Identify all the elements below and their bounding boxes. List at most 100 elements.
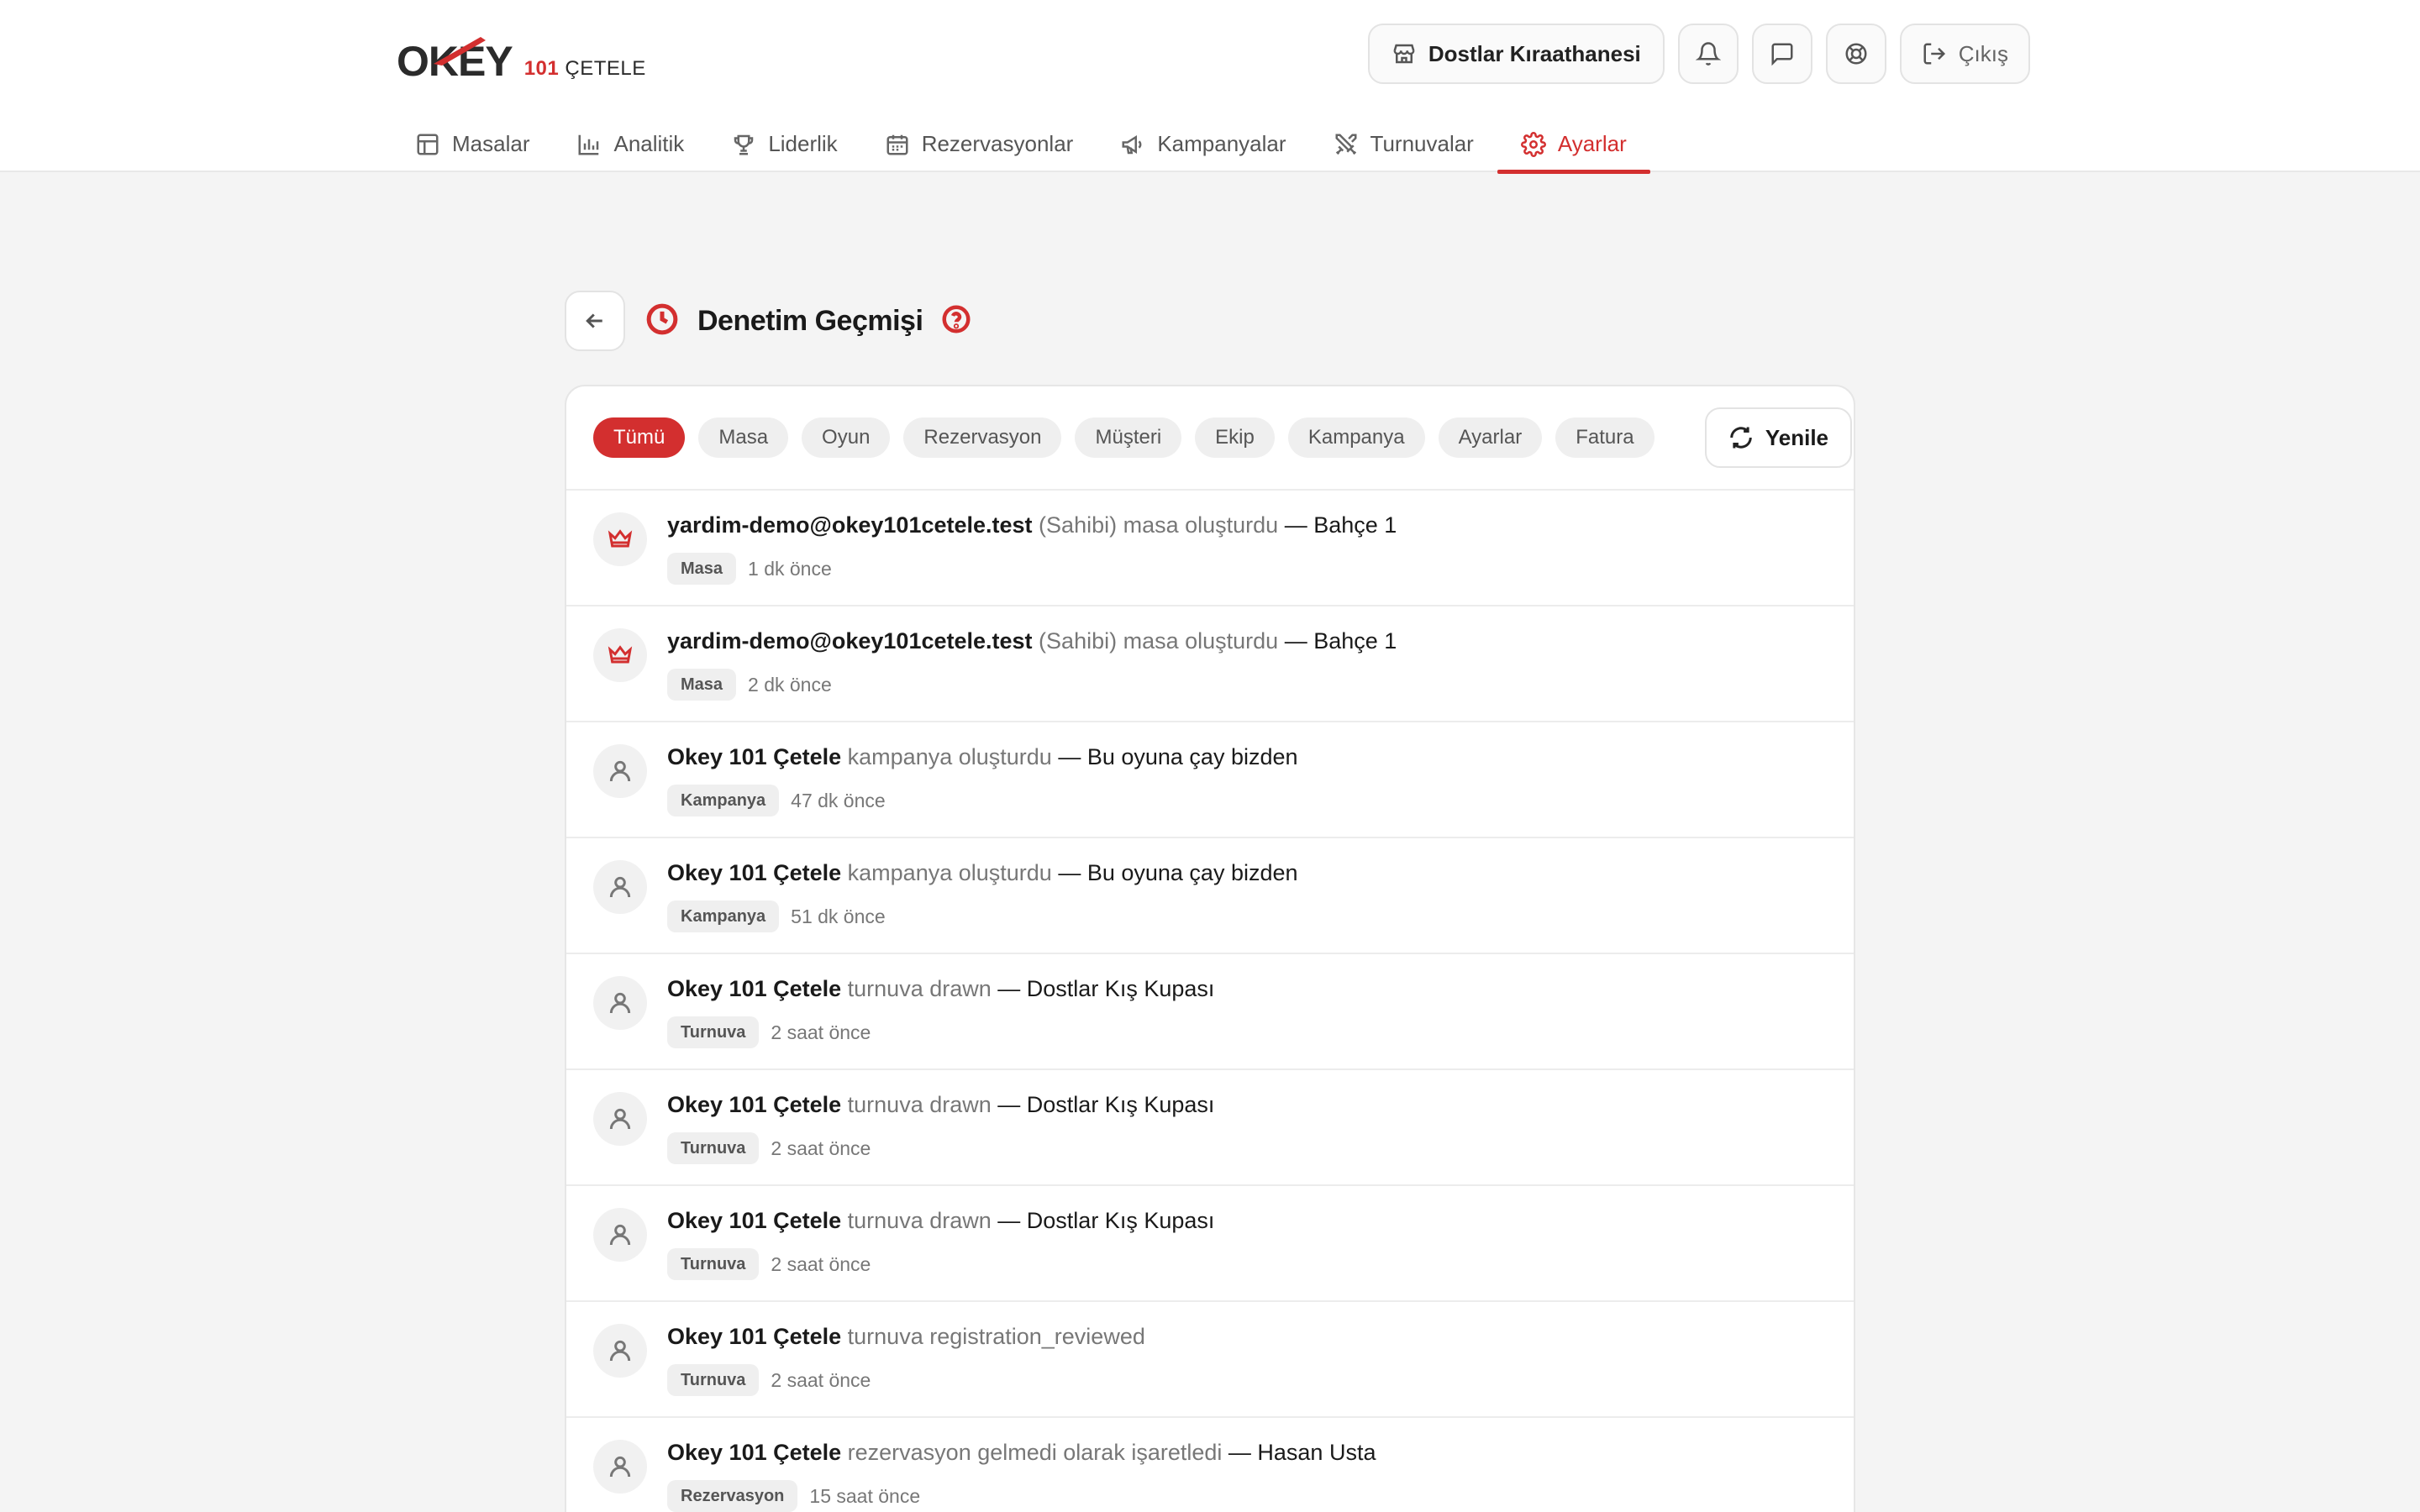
- message-icon: [1771, 43, 1793, 66]
- log-row: Okey 101 Çetele turnuva drawn — Dostlar …: [566, 1186, 1854, 1302]
- nav-item-turnuvalar[interactable]: Turnuvalar: [1310, 116, 1497, 172]
- top-bar: OKEY 101 ÇETELE Dostlar Kıraathanesi Çık…: [0, 0, 2420, 174]
- log-target: — Dostlar Kış Kupası: [997, 1092, 1215, 1117]
- log-meta: Turnuva 2 saat önce: [667, 1364, 871, 1396]
- filter-chip-fatura[interactable]: Fatura: [1555, 417, 1655, 458]
- nav-item-ayarlar[interactable]: Ayarlar: [1497, 116, 1650, 174]
- user-icon: [593, 1324, 647, 1378]
- filter-chip-ayarlar[interactable]: Ayarlar: [1438, 417, 1543, 458]
- nav-item-rezervasyonlar[interactable]: Rezervasyonlar: [861, 116, 1097, 172]
- log-row: Okey 101 Çetele kampanya oluşturdu — Bu …: [566, 722, 1854, 838]
- filter-chip-ekip[interactable]: Ekip: [1195, 417, 1275, 458]
- log-meta: Turnuva 2 saat önce: [667, 1132, 871, 1164]
- log-actor: Okey 101 Çetele: [667, 1092, 842, 1117]
- log-message: Okey 101 Çetele kampanya oluşturdu — Bu …: [667, 744, 1298, 770]
- filter-chip-oyun[interactable]: Oyun: [802, 417, 891, 458]
- log-action: kampanya oluşturdu: [847, 860, 1052, 885]
- megaphone-icon: [1122, 134, 1142, 154]
- log-row: Okey 101 Çetele turnuva drawn — Dostlar …: [566, 954, 1854, 1070]
- gear-icon: [1520, 131, 1546, 157]
- swords-icon: [1335, 134, 1357, 155]
- filter-bar: Tümü Masa Oyun Rezervasyon Müşteri Ekip …: [566, 386, 1854, 491]
- user-icon: [593, 1092, 647, 1146]
- log-message: Okey 101 Çetele turnuva drawn — Dostlar …: [667, 976, 1214, 1002]
- log-target: — Bu oyuna çay bizden: [1058, 860, 1298, 885]
- trophy-icon: [734, 134, 754, 155]
- filter-chip-musteri[interactable]: Müşteri: [1075, 417, 1182, 458]
- crown-icon: [593, 512, 647, 566]
- logout-button[interactable]: Çıkış: [1899, 24, 2030, 84]
- log-actor: Okey 101 Çetele: [667, 744, 842, 769]
- okey-logo[interactable]: OKEY 101 ÇETELE: [397, 29, 646, 82]
- calendar-icon: [886, 134, 908, 155]
- nav-item-masalar[interactable]: Masalar: [397, 116, 553, 172]
- log-meta: Turnuva 2 saat önce: [667, 1248, 871, 1280]
- log-action: turnuva drawn: [847, 976, 992, 1001]
- main-nav: Masalar Analitik Liderlik Rezervasyonlar…: [397, 116, 1650, 174]
- log-target: — Dostlar Kış Kupası: [997, 976, 1215, 1001]
- nav-item-kampanyalar[interactable]: Kampanyalar: [1097, 116, 1309, 172]
- page-heading: Denetim Geçmişi: [645, 299, 971, 343]
- venue-name: Dostlar Kıraathanesi: [1428, 40, 1641, 66]
- log-actor: Okey 101 Çetele: [667, 1208, 842, 1233]
- log-timestamp: 2 saat önce: [771, 1137, 871, 1159]
- logout-label: Çıkış: [1958, 40, 2008, 66]
- logo-subtitle: 101 ÇETELE: [523, 57, 646, 80]
- log-timestamp: 2 saat önce: [771, 1252, 871, 1275]
- venue-switcher-button[interactable]: Dostlar Kıraathanesi: [1367, 24, 1665, 84]
- log-actor: Okey 101 Çetele: [667, 1324, 842, 1349]
- log-message: Okey 101 Çetele kampanya oluşturdu — Bu …: [667, 860, 1298, 886]
- clock-icon: [645, 302, 679, 340]
- logo-swoosh-icon: [434, 37, 486, 66]
- log-target: — Bu oyuna çay bizden: [1058, 744, 1298, 769]
- log-category-tag: Turnuva: [667, 1132, 760, 1164]
- nav-item-analitik[interactable]: Analitik: [553, 116, 708, 172]
- log-message: Okey 101 Çetele turnuva drawn — Dostlar …: [667, 1208, 1214, 1234]
- log-category-tag: Turnuva: [667, 1364, 760, 1396]
- nav-item-liderlik[interactable]: Liderlik: [708, 116, 860, 172]
- log-category-tag: Turnuva: [667, 1248, 760, 1280]
- log-timestamp: 2 saat önce: [771, 1021, 871, 1043]
- log-actor: Okey 101 Çetele: [667, 976, 842, 1001]
- log-message: yardim-demo@okey101cetele.test (Sahibi) …: [667, 512, 1397, 538]
- log-row: Okey 101 Çetele turnuva registration_rev…: [566, 1302, 1854, 1418]
- filter-chip-rezervasyon[interactable]: Rezervasyon: [903, 417, 1062, 458]
- user-icon: [593, 744, 647, 798]
- bell-icon: [1695, 42, 1721, 66]
- log-timestamp: 15 saat önce: [809, 1484, 921, 1507]
- log-target: — Bahçe 1: [1284, 512, 1397, 538]
- filter-chip-tumu[interactable]: Tümü: [593, 417, 686, 458]
- table-icon: [417, 134, 439, 155]
- refresh-button[interactable]: Yenile: [1704, 407, 1852, 468]
- notifications-button[interactable]: [1677, 24, 1739, 84]
- log-action: (Sahibi) masa oluşturdu: [1039, 628, 1279, 654]
- log-row: yardim-demo@okey101cetele.test (Sahibi) …: [566, 491, 1854, 606]
- filter-chip-masa[interactable]: Masa: [698, 417, 789, 458]
- log-action: turnuva drawn: [847, 1208, 992, 1233]
- user-icon: [593, 976, 647, 1030]
- log-meta: Kampanya 51 dk önce: [667, 900, 886, 932]
- log-list: yardim-demo@okey101cetele.test (Sahibi) …: [566, 491, 1854, 1512]
- user-icon: [593, 860, 647, 914]
- header-actions: Dostlar Kıraathanesi Çıkış: [1367, 24, 2030, 84]
- log-target: — Bahçe 1: [1284, 628, 1397, 654]
- log-message: Okey 101 Çetele rezervasyon gelmedi olar…: [667, 1440, 1376, 1466]
- support-button[interactable]: [1825, 24, 1886, 84]
- log-category-tag: Masa: [667, 553, 737, 585]
- filter-chip-kampanya[interactable]: Kampanya: [1287, 417, 1425, 458]
- log-category-tag: Kampanya: [667, 785, 780, 816]
- log-category-tag: Kampanya: [667, 900, 780, 932]
- back-button[interactable]: [565, 291, 625, 351]
- log-timestamp: 51 dk önce: [791, 905, 886, 927]
- logout-icon: [1923, 43, 1945, 65]
- help-icon[interactable]: [941, 304, 971, 339]
- page-title: Denetim Geçmişi: [697, 304, 923, 337]
- audit-log-card: Tümü Masa Oyun Rezervasyon Müşteri Ekip …: [565, 385, 1855, 1512]
- log-message: Okey 101 Çetele turnuva drawn — Dostlar …: [667, 1092, 1214, 1118]
- log-timestamp: 1 dk önce: [748, 557, 832, 580]
- log-action: turnuva drawn: [847, 1092, 992, 1117]
- log-actor: yardim-demo@okey101cetele.test: [667, 628, 1033, 654]
- log-meta: Turnuva 2 saat önce: [667, 1016, 871, 1048]
- messages-button[interactable]: [1751, 24, 1812, 84]
- log-meta: Masa 2 dk önce: [667, 669, 832, 701]
